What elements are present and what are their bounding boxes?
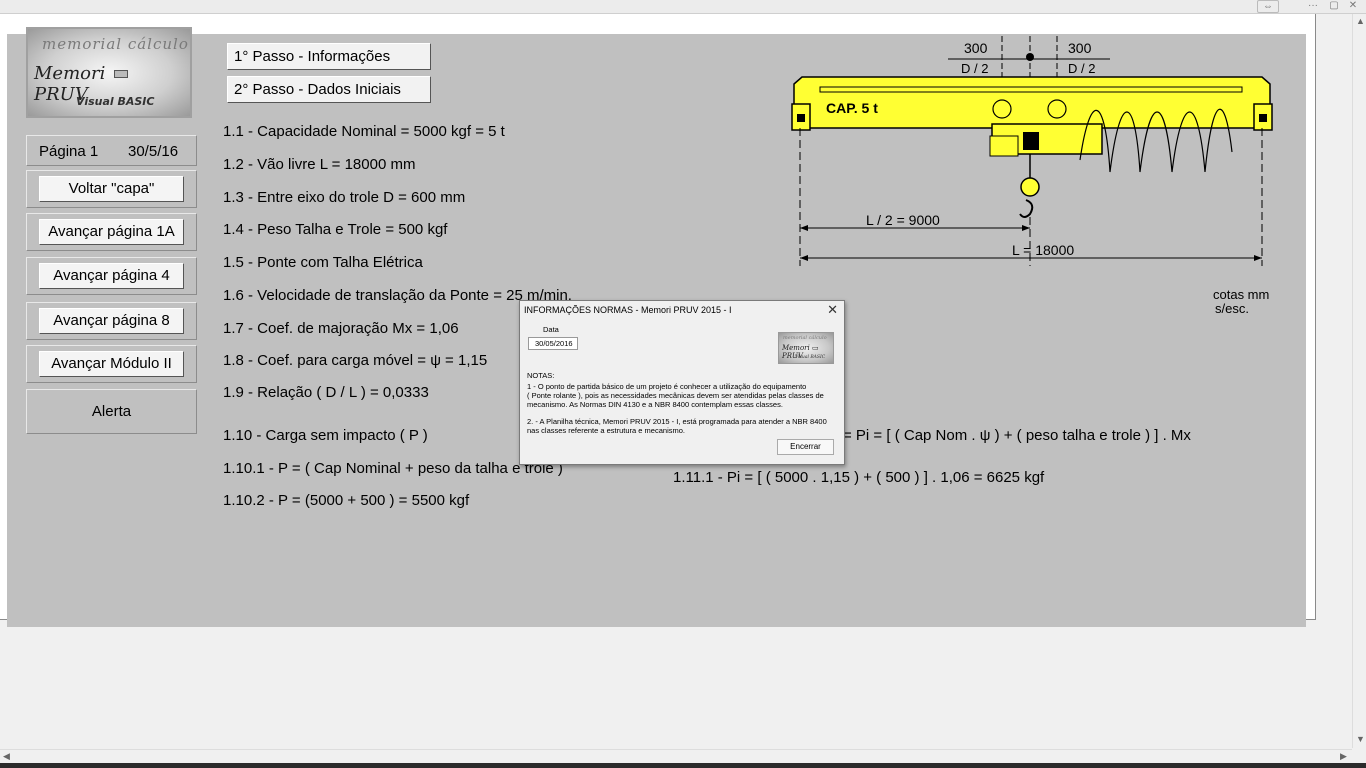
line-1-11-1: 1.11.1 - Pi = [ ( 5000 . 1,15 ) + ( 500 …: [673, 469, 1045, 486]
app-logo: memorial cálculo Memori PRUV Visual BASI…: [26, 27, 192, 118]
note-1-line-2: ( Ponte rolante ), pois as necessidades …: [527, 391, 824, 400]
date-label: Data: [543, 325, 559, 334]
resize-icon[interactable]: ⇔: [1257, 0, 1279, 13]
page-date: 30/5/16: [128, 143, 179, 160]
line-1-8: 1.8 - Coef. para carga móvel = ψ = 1,15: [223, 352, 488, 369]
window-top-bar: ⇔ ··· ▢ ✕: [0, 0, 1366, 14]
next-page-4-button[interactable]: Avançar página 4: [39, 263, 184, 289]
nav-panel-3: Avançar página 4: [26, 257, 197, 295]
line-1-1: 1.1 - Capacidade Nominal = 5000 kgf = 5 …: [223, 123, 505, 140]
d-half-left: D / 2: [961, 61, 988, 76]
info-dialog: INFORMAÇÕES NORMAS - Memori PRUV 2015 - …: [519, 300, 845, 465]
more-icon[interactable]: ···: [1305, 0, 1321, 13]
step-2-button[interactable]: 2° Passo - Dados Iniciais: [227, 76, 431, 103]
line-1-5: 1.5 - Ponte com Talha Elétrica: [223, 254, 423, 271]
l-half-label: L / 2 = 9000: [866, 212, 940, 228]
mini-logo-1: memorial cálculo: [783, 335, 827, 341]
scroll-down-icon[interactable]: ▼: [1356, 734, 1365, 744]
crane-drawing: 300 300 D / 2 D / 2 CAP. 5 t L / 2 = 900…: [780, 32, 1280, 277]
line-1-10-1: 1.10.1 - P = ( Cap Nominal + peso da tal…: [223, 460, 563, 477]
note-2-line-1: 2. - A Planilha técnica, Memori PRUV 201…: [527, 417, 827, 426]
date-field[interactable]: 30/05/2016: [528, 337, 578, 350]
line-1-9: 1.9 - Relação ( D / L ) = 0,0333: [223, 384, 429, 401]
logo-box-icon: [114, 70, 129, 78]
restore-icon[interactable]: ▢: [1327, 0, 1341, 13]
dialog-title: INFORMAÇÕES NORMAS - Memori PRUV 2015 - …: [524, 305, 732, 315]
page-info-panel: Página 1 30/5/16: [26, 135, 197, 166]
nav-panel-2: Avançar página 1A: [26, 213, 197, 251]
close-dialog-button[interactable]: Encerrar: [777, 439, 834, 455]
alert-label: Alerta: [91, 403, 132, 420]
next-page-1a-button[interactable]: Avançar página 1A: [39, 219, 184, 245]
vertical-scrollbar[interactable]: ▲ ▼: [1352, 14, 1366, 748]
close-icon[interactable]: ✕: [1346, 0, 1360, 13]
horizontal-scrollbar[interactable]: ◀ ▶: [0, 749, 1352, 763]
scroll-up-icon[interactable]: ▲: [1356, 16, 1365, 26]
line-1-2: 1.2 - Vão livre L = 18000 mm: [223, 156, 416, 173]
line-1-7: 1.7 - Coef. de majoração Mx = 1,06: [223, 320, 459, 337]
l-full-label: L = 18000: [1012, 242, 1074, 258]
nav-panel-4: Avançar página 8: [26, 302, 197, 340]
note-1-line-3: mecanismo. As Normas DIN 4130 e a NBR 84…: [527, 400, 783, 409]
nav-panel-5: Avançar Módulo II: [26, 345, 197, 383]
note-1-line-1: 1 - O ponto de partida básico de um proj…: [527, 382, 807, 391]
line-1-3: 1.3 - Entre eixo do trole D = 600 mm: [223, 189, 466, 206]
mini-logo-3: Visual BASIC: [795, 355, 826, 360]
scroll-right-icon[interactable]: ▶: [1340, 751, 1347, 762]
units-line-2: s/esc.: [1215, 301, 1249, 316]
logo-line-1: memorial cálculo: [42, 35, 189, 53]
dim-300-right: 300: [1068, 40, 1092, 56]
page-label: Página 1: [39, 143, 99, 160]
back-to-cover-button[interactable]: Voltar "capa": [39, 176, 184, 202]
dialog-logo: memorial cálculo Memori ▭ PRUV Visual BA…: [778, 332, 834, 364]
line-1-10-2: 1.10.2 - P = (5000 + 500 ) = 5500 kgf: [223, 492, 470, 509]
capacity-label: CAP. 5 t: [826, 100, 878, 116]
units-line-1: cotas mm: [1213, 287, 1270, 302]
dim-300-left: 300: [964, 40, 988, 56]
step-1-button[interactable]: 1° Passo - Informações: [227, 43, 431, 70]
next-module-ii-button[interactable]: Avançar Módulo II: [39, 351, 184, 377]
d-half-right: D / 2: [1068, 61, 1095, 76]
close-icon[interactable]: ✕: [827, 302, 838, 318]
line-1-4: 1.4 - Peso Talha e Trole = 500 kgf: [223, 221, 448, 238]
note-2-line-2: nas classes referente a estrutura e meca…: [527, 426, 685, 435]
next-page-8-button[interactable]: Avançar página 8: [39, 308, 184, 334]
alert-button[interactable]: Alerta: [26, 389, 197, 434]
notes-label: NOTAS:: [527, 371, 555, 380]
logo-memori: Memori: [34, 63, 106, 84]
line-1-11: = Pi = [ ( Cap Nom . ψ ) + ( peso talha …: [843, 427, 1191, 444]
crane-svg: 300 300 D / 2 D / 2 CAP. 5 t L / 2 = 900…: [791, 36, 1273, 266]
taskbar-strip: [0, 763, 1366, 768]
logo-line-3: Visual BASIC: [76, 95, 155, 108]
line-1-10: 1.10 - Carga sem impacto ( P ): [223, 427, 428, 444]
scroll-left-icon[interactable]: ◀: [3, 751, 10, 762]
units-note: cotas mm s/esc.: [1213, 288, 1269, 316]
nav-panel-1: Voltar "capa": [26, 170, 197, 208]
